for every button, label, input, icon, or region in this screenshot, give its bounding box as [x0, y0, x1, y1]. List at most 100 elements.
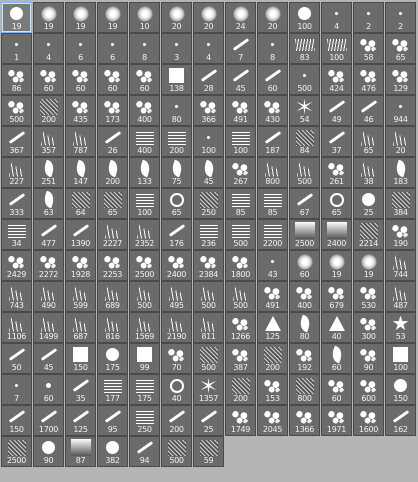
brush-preset-tile[interactable]: 500 [129, 281, 160, 312]
brush-preset-tile[interactable]: 487 [385, 281, 416, 312]
brush-preset-tile[interactable]: 60 [97, 64, 128, 95]
brush-preset-tile[interactable]: 200 [257, 343, 288, 374]
brush-preset-tile[interactable]: 125 [257, 312, 288, 343]
brush-preset-tile[interactable]: 100 [193, 126, 224, 157]
brush-preset-tile[interactable]: 187 [257, 126, 288, 157]
brush-preset-tile[interactable]: 4 [321, 2, 352, 33]
brush-preset-tile[interactable]: 60 [321, 343, 352, 374]
brush-preset-tile[interactable]: 60 [289, 250, 320, 281]
brush-preset-tile[interactable]: 491 [257, 281, 288, 312]
brush-preset-tile[interactable]: 1499 [33, 312, 64, 343]
brush-preset-tile[interactable]: 80 [161, 95, 192, 126]
brush-preset-tile[interactable]: 87 [65, 436, 96, 467]
brush-preset-tile[interactable]: 200 [33, 95, 64, 126]
brush-preset-tile[interactable]: 2500 [289, 219, 320, 250]
brush-preset-tile[interactable]: 190 [385, 219, 416, 250]
brush-preset-tile[interactable]: 20 [161, 2, 192, 33]
brush-preset-tile[interactable]: 70 [161, 343, 192, 374]
brush-preset-tile[interactable]: 162 [385, 405, 416, 436]
brush-preset-tile[interactable]: 1 [1, 33, 32, 64]
brush-preset-tile[interactable]: 100 [289, 2, 320, 33]
brush-preset-tile[interactable]: 200 [161, 405, 192, 436]
brush-preset-tile[interactable]: 38 [353, 157, 384, 188]
brush-preset-tile[interactable]: 744 [385, 250, 416, 281]
brush-preset-tile[interactable]: 687 [65, 312, 96, 343]
brush-preset-tile[interactable]: 200 [97, 157, 128, 188]
brush-preset-tile[interactable]: 500 [1, 95, 32, 126]
brush-preset-tile[interactable]: 816 [97, 312, 128, 343]
brush-preset-tile[interactable]: 4 [193, 33, 224, 64]
brush-preset-tile[interactable]: 95 [97, 405, 128, 436]
brush-preset-tile[interactable]: 19 [353, 250, 384, 281]
brush-preset-tile[interactable]: 491 [225, 95, 256, 126]
brush-preset-tile[interactable]: 800 [257, 157, 288, 188]
brush-preset-tile[interactable]: 3 [161, 33, 192, 64]
brush-preset-tile[interactable]: 90 [33, 436, 64, 467]
brush-preset-tile[interactable]: 50 [1, 343, 32, 374]
brush-preset-tile[interactable]: 1106 [1, 312, 32, 343]
brush-preset-tile[interactable]: 100 [225, 126, 256, 157]
brush-preset-tile[interactable]: 267 [225, 157, 256, 188]
brush-preset-tile[interactable]: 7 [225, 33, 256, 64]
brush-preset-tile[interactable]: 2 [353, 2, 384, 33]
brush-preset-tile[interactable]: 49 [321, 95, 352, 126]
brush-preset-tile[interactable]: 2500 [1, 436, 32, 467]
brush-preset-tile[interactable]: 26 [97, 126, 128, 157]
brush-preset-tile[interactable]: 173 [97, 95, 128, 126]
brush-preset-tile[interactable]: 787 [65, 126, 96, 157]
brush-preset-tile[interactable]: 367 [1, 126, 32, 157]
brush-preset-tile[interactable]: 25 [353, 188, 384, 219]
brush-preset-tile[interactable]: 60 [65, 64, 96, 95]
brush-preset-tile[interactable]: 500 [225, 219, 256, 250]
brush-preset-tile[interactable]: 944 [385, 95, 416, 126]
brush-preset-tile[interactable]: 64 [65, 188, 96, 219]
brush-preset-tile[interactable]: 236 [193, 219, 224, 250]
brush-preset-tile[interactable]: 800 [289, 374, 320, 405]
brush-preset-tile[interactable]: 227 [1, 157, 32, 188]
brush-preset-tile[interactable]: 46 [353, 95, 384, 126]
brush-preset-tile[interactable]: 150 [385, 374, 416, 405]
brush-preset-tile[interactable]: 60 [33, 64, 64, 95]
brush-preset-tile[interactable]: 20 [193, 2, 224, 33]
brush-preset-tile[interactable]: 99 [129, 343, 160, 374]
brush-preset-tile[interactable]: 153 [257, 374, 288, 405]
brush-preset-tile[interactable]: 1928 [65, 250, 96, 281]
brush-preset-tile[interactable]: 19 [321, 250, 352, 281]
brush-preset-tile[interactable]: 60 [321, 374, 352, 405]
brush-preset-tile[interactable]: 65 [385, 33, 416, 64]
brush-preset-tile[interactable]: 43 [257, 250, 288, 281]
brush-preset-tile[interactable]: 83 [289, 33, 320, 64]
brush-preset-tile[interactable]: 60 [129, 64, 160, 95]
brush-preset-tile[interactable]: 1569 [129, 312, 160, 343]
brush-preset-tile[interactable]: 183 [385, 157, 416, 188]
brush-preset-tile[interactable]: 382 [97, 436, 128, 467]
brush-preset-tile[interactable]: 19 [97, 2, 128, 33]
brush-preset-tile[interactable]: 8 [129, 33, 160, 64]
brush-preset-tile[interactable]: 2045 [257, 405, 288, 436]
brush-preset-tile[interactable]: 45 [193, 157, 224, 188]
brush-preset-tile[interactable]: 2227 [97, 219, 128, 250]
brush-preset-tile[interactable]: 192 [289, 343, 320, 374]
brush-preset-tile[interactable]: 54 [289, 95, 320, 126]
brush-preset-tile[interactable]: 6 [65, 33, 96, 64]
brush-preset-tile[interactable]: 251 [33, 157, 64, 188]
brush-preset-tile[interactable]: 2500 [129, 250, 160, 281]
brush-preset-tile[interactable]: 2272 [33, 250, 64, 281]
brush-preset-tile[interactable]: 176 [161, 219, 192, 250]
brush-preset-tile[interactable]: 40 [161, 374, 192, 405]
brush-preset-tile[interactable]: 1266 [225, 312, 256, 343]
brush-preset-tile[interactable]: 150 [1, 405, 32, 436]
brush-preset-tile[interactable]: 400 [129, 126, 160, 157]
brush-preset-tile[interactable]: 2200 [257, 219, 288, 250]
brush-preset-tile[interactable]: 59 [193, 436, 224, 467]
brush-preset-tile[interactable]: 500 [289, 157, 320, 188]
brush-preset-tile[interactable]: 1600 [353, 405, 384, 436]
brush-preset-tile[interactable]: 250 [129, 405, 160, 436]
brush-preset-tile[interactable]: 100 [321, 33, 352, 64]
brush-preset-tile[interactable]: 37 [321, 126, 352, 157]
brush-preset-tile[interactable]: 366 [193, 95, 224, 126]
brush-preset-tile[interactable]: 743 [1, 281, 32, 312]
brush-preset-tile[interactable]: 90 [353, 343, 384, 374]
brush-preset-tile[interactable]: 530 [353, 281, 384, 312]
brush-preset-tile[interactable]: 333 [1, 188, 32, 219]
